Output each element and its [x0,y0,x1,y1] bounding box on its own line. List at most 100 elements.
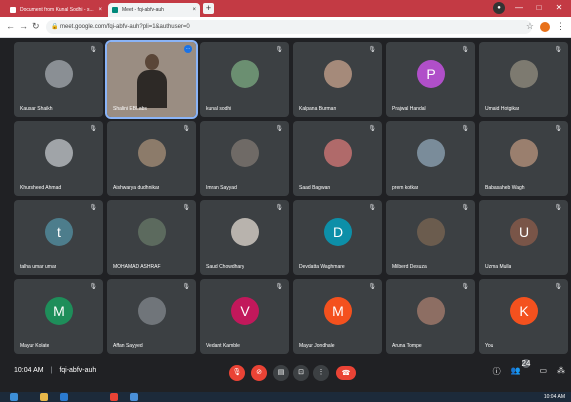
activities-icon[interactable]: ⁂ [557,366,565,377]
participant-tile[interactable]: 🎙 Kalpana Burman [293,42,382,117]
muted-mic-icon: 🎙 [554,205,562,211]
participant-tile[interactable]: 🎙 Babasaheb Wagh [479,121,568,196]
participant-name: Vedant Kamble [206,343,240,349]
close-tab-icon[interactable]: × [98,3,102,17]
participant-name: Umaid Hotgikar [485,106,520,112]
participant-tile[interactable]: 🎙 MOHAMAD ASHRAF [107,200,196,275]
participant-tile[interactable]: 🎙 Saud Chowdhary [200,200,289,275]
url-field[interactable]: 🔒 meet.google.com/fqi-abfv-auh?pli=1&aut… [46,20,532,34]
avatar [45,139,73,167]
mic-off-icon[interactable]: 🎙 [229,365,245,381]
muted-mic-icon: 🎙 [275,126,283,132]
close-window-icon[interactable]: ✕ [553,2,565,14]
avatar: U [510,218,538,246]
participant-tile[interactable]: 🎙 Aishwarya dudhnikar [107,121,196,196]
muted-mic-icon: 🎙 [275,205,283,211]
more-options-icon[interactable]: ⋮ [313,365,329,381]
participant-tile[interactable]: M 🎙 Mayur Kolate [14,279,103,354]
avatar: P [417,60,445,88]
minimize-icon[interactable]: — [513,2,525,14]
avatar: V [231,297,259,325]
participant-tile[interactable]: K 🎙 You [479,279,568,354]
chrome-icon[interactable] [110,393,118,401]
muted-mic-icon: 🎙 [461,284,469,290]
participant-name: Aruna Tompe [392,343,422,349]
participant-tile[interactable]: 🎙 Kausar Shaikh [14,42,103,117]
menu-icon[interactable]: ⋮ [556,21,565,32]
extension-icon[interactable] [540,21,550,32]
avatar: t [45,218,73,246]
avatar: M [45,297,73,325]
tab-meet[interactable]: Meet - fqi-abfv-auh × [108,3,200,17]
info-icon[interactable]: ⓘ [493,366,501,377]
avatar [231,218,259,246]
meeting-details[interactable]: 10:04 AM | fqi-abfv-auh [14,367,96,374]
store-icon[interactable] [60,393,68,401]
camera-off-icon[interactable]: ⊘ [251,365,267,381]
participant-grid: 🎙 Kausar Shaikh ⋯ Shalini EBLabs 🎙 kunal sodh… [14,40,568,354]
participant-tile[interactable]: 🎙 Affan Sayyed [107,279,196,354]
meeting-time: 10:04 AM [14,367,44,374]
participant-tile[interactable]: 🎙 Umaid Hotgikar [479,42,568,117]
avatar [231,139,259,167]
participant-name: Kausar Shaikh [20,106,53,112]
participant-name: Saad Bagwan [299,185,331,191]
maximize-icon[interactable]: □ [533,2,545,14]
tab-label: Document from Kunal Sodhi - s... [20,7,94,13]
participant-tile[interactable]: D 🎙 Devdatta Waghmare [293,200,382,275]
muted-mic-icon: 🎙 [461,126,469,132]
participant-tile[interactable]: 🎙 Saad Bagwan [293,121,382,196]
start-icon[interactable] [10,393,18,401]
muted-mic-icon: 🎙 [182,205,190,211]
participant-tile[interactable]: 🎙 Milberd Desuza [386,200,475,275]
participant-tile[interactable]: 🎙 Khursheed Ahmad [14,121,103,196]
gmail-icon [10,7,16,13]
forward-icon[interactable]: → [19,21,28,31]
participant-tile[interactable]: t 🎙 talha umar umar [14,200,103,275]
participant-tile[interactable]: 🎙 prem kotkar [386,121,475,196]
participant-tile[interactable]: U 🎙 Uzma Mulla [479,200,568,275]
browser-tab-bar: Document from Kunal Sodhi - s... × Meet … [0,0,571,17]
close-tab-icon[interactable]: × [192,3,196,17]
meeting-code: fqi-abfv-auh [59,367,97,374]
participant-name: kunal sodhi [206,106,232,112]
participant-name: talha umar umar [20,264,57,270]
meet-area: 🎙 Kausar Shaikh ⋯ Shalini EBLabs 🎙 kunal sodh… [0,38,571,392]
muted-mic-icon: 🎙 [368,284,376,290]
meeting-control-bar: 10:04 AM | fqi-abfv-auh 🎙 ⊘ ▤ ⊡ ⋮ ☎ ⓘ 👥2… [0,354,571,392]
back-icon[interactable]: ← [6,21,15,31]
participant-tile[interactable]: 🎙 Imran Sayyad [200,121,289,196]
bookmark-star-icon[interactable]: ☆ [526,21,534,32]
participant-tile[interactable]: 🎙 Aruna Tompe [386,279,475,354]
muted-mic-icon: 🎙 [182,284,190,290]
reload-icon[interactable]: ↻ [32,21,40,32]
muted-mic-icon: 🎙 [554,47,562,53]
avatar [417,297,445,325]
video-feed [137,48,167,108]
participant-tile[interactable]: 🎙 kunal sodhi [200,42,289,117]
chat-icon[interactable]: ▭ [539,366,547,377]
participant-name: prem kotkar [392,185,419,191]
profile-icon[interactable]: ● [493,2,505,14]
participant-tile[interactable]: P 🎙 Prajwal Handal [386,42,475,117]
avatar [138,139,166,167]
tile-options-icon[interactable]: ⋯ [184,45,192,53]
end-call-button[interactable]: ☎ [336,366,356,380]
file-explorer-icon[interactable] [40,393,48,401]
muted-mic-icon: 🎙 [275,47,283,53]
captions-icon[interactable]: ▤ [273,365,289,381]
participant-tile[interactable]: ⋯ Shalini EBLabs [105,40,198,119]
new-tab-button[interactable]: + [203,3,214,14]
participant-name: Imran Sayyad [206,185,237,191]
participant-name: Uzma Mulla [485,264,512,270]
people-icon[interactable]: 👥24 [511,359,531,377]
participant-tile[interactable]: V 🎙 Vedant Kamble [200,279,289,354]
lock-icon: 🔒 [51,24,59,30]
tab-document[interactable]: Document from Kunal Sodhi - s... × [6,3,106,17]
present-icon[interactable]: ⊡ [293,365,309,381]
participant-tile[interactable]: M 🎙 Mayur Jondhale [293,279,382,354]
muted-mic-icon: 🎙 [554,284,562,290]
app-icon[interactable] [130,393,138,401]
avatar: K [510,297,538,325]
participant-name: Shalini EBLabs [113,106,147,112]
